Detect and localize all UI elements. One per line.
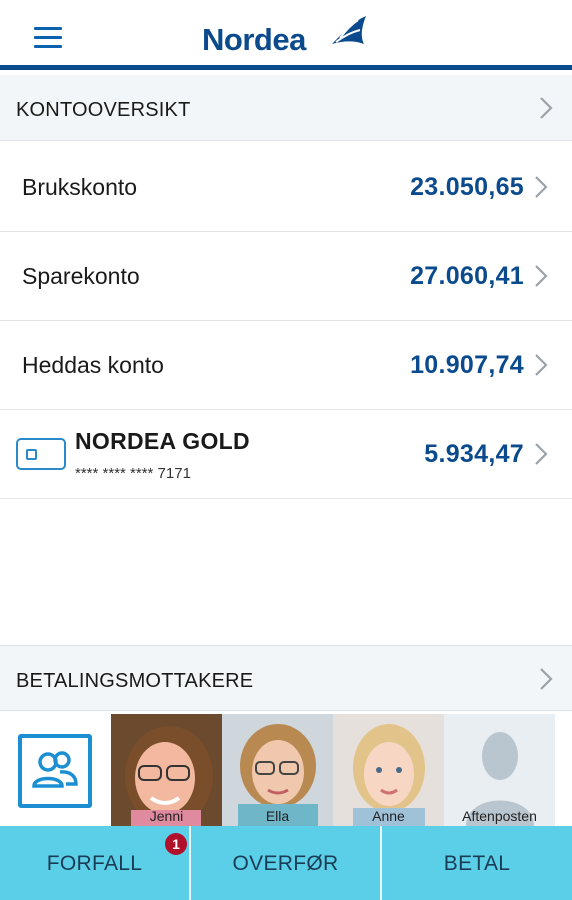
sail-logo-icon (332, 16, 366, 44)
tab-label: OVERFØR (232, 852, 339, 875)
chevron-right-icon (534, 264, 548, 288)
card-balance: 5.934,47 (424, 440, 524, 468)
credit-card-icon (16, 438, 66, 470)
payees-strip: Jenni Ella Anne Aftenposten (0, 712, 572, 826)
account-row-sparekonto[interactable]: Sparekonto 27.060,41 (0, 232, 572, 321)
payee-name: Jenni (149, 808, 184, 824)
chevron-right-icon (539, 96, 553, 120)
accounts-overview-header[interactable]: KONTOOVERSIKT (0, 75, 572, 141)
account-balance: 27.060,41 (410, 262, 524, 290)
logo-text: Nordea (202, 22, 306, 57)
app-header: Nordea (0, 0, 572, 70)
notification-badge: 1 (165, 833, 187, 855)
chevron-right-icon (534, 175, 548, 199)
payee-name: Anne (372, 808, 405, 824)
account-row-brukskonto[interactable]: Brukskonto 23.050,65 (0, 143, 572, 232)
payee-ella[interactable]: Ella (222, 714, 333, 826)
payees-title: BETALINGSMOTTAKERE (16, 670, 254, 692)
tab-forfall[interactable]: FORFALL 1 (0, 826, 189, 900)
chevron-right-icon (539, 667, 553, 691)
tab-label: FORFALL (46, 852, 143, 875)
account-name: Heddas konto (22, 352, 164, 378)
hamburger-menu-icon[interactable] (34, 27, 62, 49)
nordea-logo: Nordea (202, 14, 372, 58)
accounts-overview-title: KONTOOVERSIKT (16, 99, 191, 121)
payee-anne[interactable]: Anne (333, 714, 444, 826)
contacts-icon[interactable] (18, 734, 92, 808)
tab-label: BETAL (443, 852, 511, 875)
tab-overfor[interactable]: OVERFØR (191, 826, 380, 900)
account-row-heddas-konto[interactable]: Heddas konto 10.907,74 (0, 321, 572, 410)
card-row-nordea-gold[interactable]: NORDEA GOLD **** **** **** 7171 5.934,47 (0, 410, 572, 499)
payee-jenni[interactable]: Jenni (111, 714, 222, 826)
card-number: **** **** **** 7171 (75, 465, 191, 482)
payee-name: Ella (265, 808, 290, 824)
account-balance: 23.050,65 (410, 173, 524, 201)
account-balance: 10.907,74 (410, 351, 524, 379)
payee-aftenposten[interactable]: Aftenposten (444, 714, 555, 826)
bottom-tab-bar: FORFALL 1 OVERFØR BETAL (0, 826, 572, 900)
payee-name: Aftenposten (462, 808, 537, 824)
payees-header[interactable]: BETALINGSMOTTAKERE (0, 645, 572, 711)
account-name: Sparekonto (22, 263, 140, 289)
chevron-right-icon (534, 353, 548, 377)
account-name: Brukskonto (22, 174, 138, 200)
tab-betal[interactable]: BETAL (382, 826, 572, 900)
card-name: NORDEA GOLD (75, 428, 250, 454)
chevron-right-icon (534, 442, 548, 466)
